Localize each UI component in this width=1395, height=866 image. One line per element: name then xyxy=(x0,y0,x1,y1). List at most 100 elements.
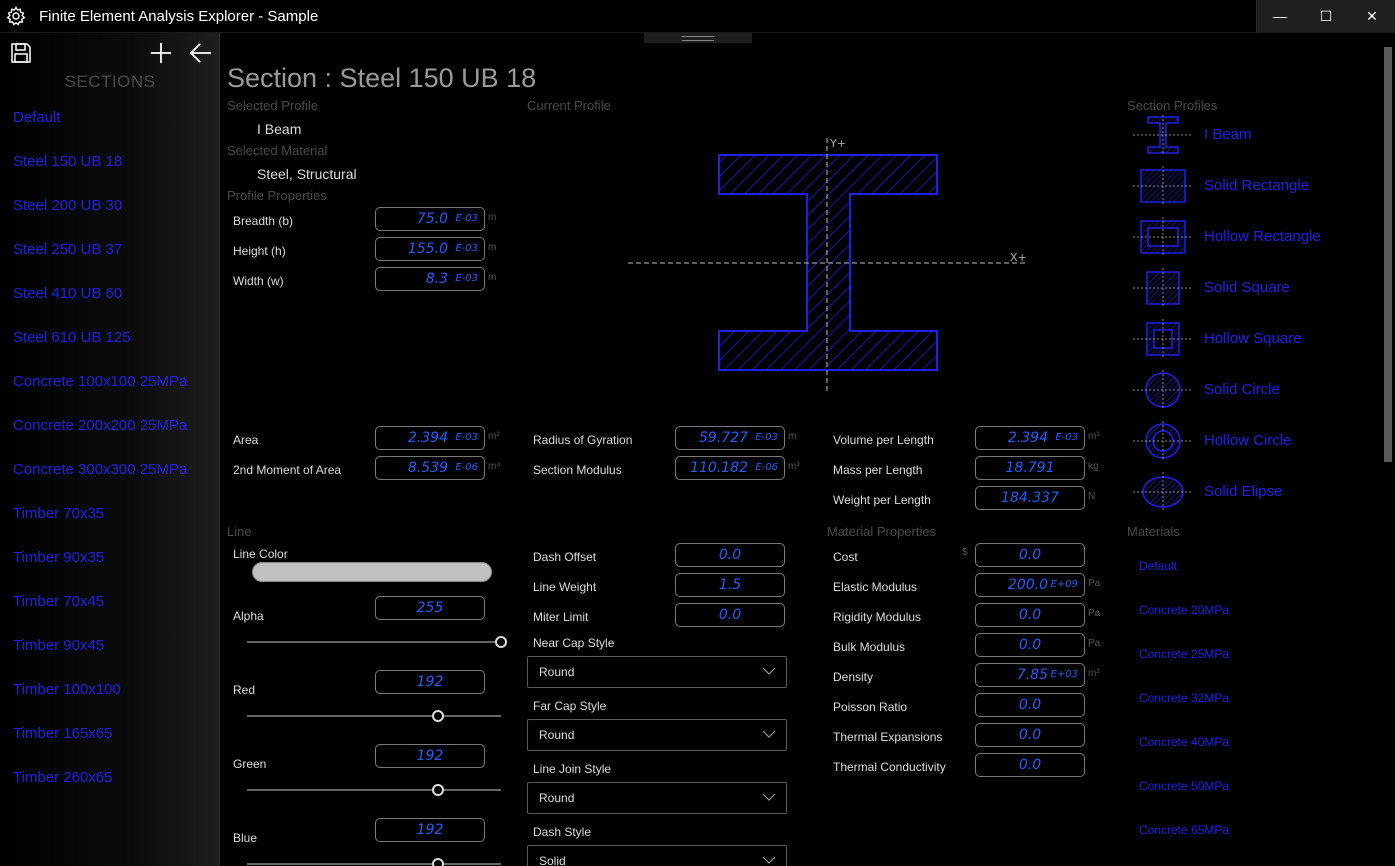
section-profile-item[interactable]: I Beam xyxy=(1204,126,1252,143)
add-icon[interactable] xyxy=(149,41,173,65)
close-button[interactable]: ✕ xyxy=(1349,0,1395,32)
solid-square-icon[interactable] xyxy=(1133,268,1193,308)
near-cap-dropdown[interactable]: Round xyxy=(527,656,787,688)
channel-field[interactable]: 192 xyxy=(375,818,485,842)
result-field-value: 2.394 xyxy=(408,430,448,446)
material-item[interactable]: Concrete 32MPa xyxy=(1139,691,1229,705)
scrollbar-thumb[interactable] xyxy=(1384,47,1392,462)
profile-prop-field[interactable]: 75.0E-03 xyxy=(375,207,485,231)
result-field[interactable]: 59.727E-03 xyxy=(675,426,785,450)
material-prop-label: Poisson Ratio xyxy=(833,700,907,714)
material-item[interactable]: Concrete 65MPa xyxy=(1139,823,1229,837)
line-color-swatch[interactable] xyxy=(252,562,492,582)
channel-slider-track[interactable] xyxy=(247,715,501,717)
material-prop-field[interactable]: 0.0 xyxy=(975,633,1085,657)
material-prop-label: Cost xyxy=(833,550,858,564)
save-icon[interactable] xyxy=(9,41,33,65)
channel-slider-thumb[interactable] xyxy=(432,784,444,796)
solid-circle-icon[interactable] xyxy=(1133,370,1193,410)
material-prop-field-value: 0.0 xyxy=(976,697,1084,713)
channel-slider-track[interactable] xyxy=(247,789,501,791)
section-profile-item[interactable]: Solid Elipse xyxy=(1204,483,1282,500)
sidebar-item[interactable]: Steel 150 UB 18 xyxy=(13,153,122,170)
channel-field[interactable]: 192 xyxy=(375,670,485,694)
channel-field[interactable]: 255 xyxy=(375,596,485,620)
sidebar-item[interactable]: Timber 70x45 xyxy=(13,593,104,610)
sidebar-item[interactable]: Concrete 300x300 25MPa xyxy=(13,461,187,478)
drag-handle[interactable] xyxy=(644,33,752,43)
channel-slider-thumb[interactable] xyxy=(432,858,444,866)
section-profile-item[interactable]: Hollow Rectangle xyxy=(1204,228,1321,245)
line-weight-field[interactable]: 1.5 xyxy=(675,573,785,597)
sidebar-item[interactable]: Concrete 200x200 25MPa xyxy=(13,417,187,434)
sidebar-item[interactable]: Timber 90x45 xyxy=(13,637,104,654)
sidebar-item[interactable]: Concrete 100x100 25MPa xyxy=(13,373,187,390)
hollow-circle-icon[interactable] xyxy=(1133,421,1193,461)
result-field[interactable]: 18.791 xyxy=(975,456,1085,480)
solid-rectangle-icon[interactable] xyxy=(1133,166,1193,206)
section-profile-item[interactable]: Solid Square xyxy=(1204,279,1290,296)
profile-prop-field-exponent: E-03 xyxy=(455,273,478,284)
material-item[interactable]: Concrete 50MPa xyxy=(1139,779,1229,793)
material-prop-field[interactable]: 0.0 xyxy=(975,723,1085,747)
section-profile-item[interactable]: Hollow Square xyxy=(1204,330,1302,347)
material-item[interactable]: Concrete 40MPa xyxy=(1139,735,1229,749)
vertical-scrollbar[interactable] xyxy=(1381,33,1395,866)
result-field[interactable]: 8.539E-06 xyxy=(375,456,485,480)
channel-field[interactable]: 192 xyxy=(375,744,485,768)
result-field[interactable]: 2.394E-03 xyxy=(975,426,1085,450)
channel-slider-track[interactable] xyxy=(247,641,501,643)
material-prop-field[interactable]: 0.0 xyxy=(975,543,1085,567)
material-prop-field[interactable]: 0.0 xyxy=(975,603,1085,627)
section-profile-item[interactable]: Solid Rectangle xyxy=(1204,177,1309,194)
section-profile-item[interactable]: Solid Circle xyxy=(1204,381,1280,398)
minimize-button[interactable]: — xyxy=(1257,0,1303,32)
miter-limit-field[interactable]: 0.0 xyxy=(675,603,785,627)
back-arrow-icon[interactable] xyxy=(189,41,213,65)
chevron-down-icon xyxy=(762,666,776,676)
material-item[interactable]: Default xyxy=(1139,559,1177,573)
sidebar-item[interactable]: Timber 100x100 xyxy=(13,681,121,698)
sidebar-item[interactable]: Steel 410 UB 60 xyxy=(13,285,122,302)
section-profile-item[interactable]: Hollow Circle xyxy=(1204,432,1292,449)
sidebar-item[interactable]: Timber 70x35 xyxy=(13,505,104,522)
material-prop-label: Bulk Modulus xyxy=(833,640,905,654)
dash-style-dropdown[interactable]: Solid xyxy=(527,845,787,866)
hollow-rectangle-icon[interactable] xyxy=(1133,217,1193,257)
result-field[interactable]: 2.394 E-03 xyxy=(375,426,485,450)
sidebar-item[interactable]: Timber 260x65 xyxy=(13,769,113,786)
profile-prop-field-unit: m xyxy=(488,242,496,253)
sidebar-item[interactable]: Steel 610 UB 125 xyxy=(13,329,131,346)
sidebar-item[interactable]: Timber 90x35 xyxy=(13,549,104,566)
result-field-unit: m³ xyxy=(788,461,800,472)
chevron-down-icon xyxy=(762,855,776,865)
material-prop-field[interactable]: 200.0E+09 xyxy=(975,573,1085,597)
maximize-button[interactable]: ☐ xyxy=(1303,0,1349,32)
result-field-exponent: E-03 xyxy=(455,432,478,443)
sidebar-item[interactable]: Timber 165x65 xyxy=(13,725,113,742)
hollow-square-icon[interactable] xyxy=(1133,319,1193,359)
far-cap-dropdown[interactable]: Round xyxy=(527,719,787,751)
profile-prop-field[interactable]: 155.0E-03 xyxy=(375,237,485,261)
channel-slider-track[interactable] xyxy=(247,863,501,865)
result-field-value: 18.791 xyxy=(976,460,1084,476)
result-field[interactable]: 110.182E-06 xyxy=(675,456,785,480)
channel-slider-thumb[interactable] xyxy=(432,710,444,722)
material-item[interactable]: Concrete 25MPa xyxy=(1139,647,1229,661)
material-item[interactable]: Concrete 20MPa xyxy=(1139,603,1229,617)
sidebar-item[interactable]: Steel 200 UB 30 xyxy=(13,197,122,214)
result-field[interactable]: 184.337 xyxy=(975,486,1085,510)
i-beam-icon[interactable] xyxy=(1133,115,1193,155)
channel-slider-thumb[interactable] xyxy=(495,636,507,648)
line-join-dropdown[interactable]: Round xyxy=(527,782,787,814)
sidebar-item[interactable]: Default xyxy=(13,109,61,126)
material-prop-field[interactable]: 7.85E+03 xyxy=(975,663,1085,687)
dash-style-label: Dash Style xyxy=(533,825,591,839)
material-prop-field[interactable]: 0.0 xyxy=(975,753,1085,777)
sidebar-item[interactable]: Steel 250 UB 37 xyxy=(13,241,122,258)
profile-prop-field[interactable]: 8.3E-03 xyxy=(375,267,485,291)
solid-elipse-icon[interactable] xyxy=(1133,472,1193,512)
channel-field-value: 255 xyxy=(376,600,484,616)
material-prop-field[interactable]: 0.0 xyxy=(975,693,1085,717)
dash-offset-field[interactable]: 0.0 xyxy=(675,543,785,567)
